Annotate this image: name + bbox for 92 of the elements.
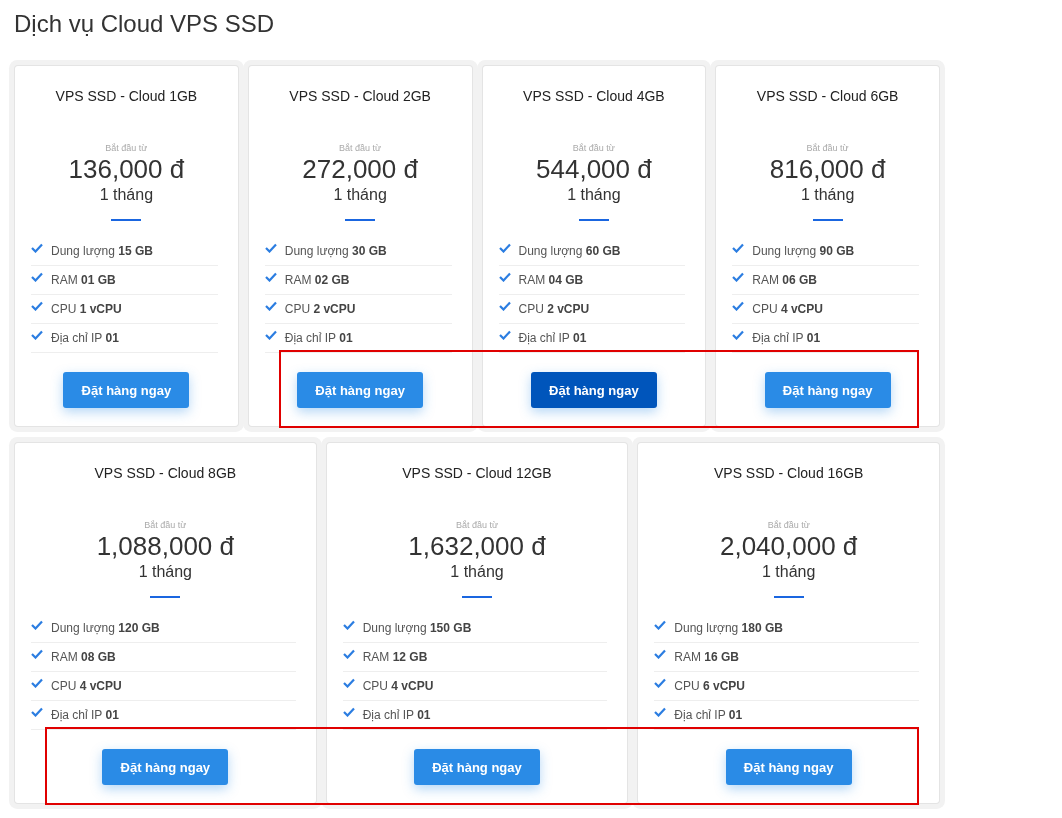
- feature-text: RAM 06 GB: [752, 273, 817, 287]
- check-icon: [31, 301, 43, 311]
- plan-title: VPS SSD - Cloud 1GB: [55, 87, 198, 106]
- plan-title: VPS SSD - Cloud 8GB: [94, 464, 237, 483]
- order-button[interactable]: Đặt hàng ngay: [414, 749, 540, 785]
- feature-text: Dung lượng 180 GB: [674, 621, 783, 635]
- price-caption: Bắt đầu từ: [339, 142, 382, 154]
- plan-price: 816,000 đ: [769, 154, 886, 184]
- plan-title: VPS SSD - Cloud 4GB: [523, 87, 665, 106]
- check-icon: [498, 301, 511, 311]
- feature-text: Địa chỉ IP 01: [51, 708, 119, 722]
- check-icon: [264, 301, 277, 311]
- plan-title: VPS SSD - Cloud 16GB: [713, 464, 864, 483]
- check-icon: [31, 243, 43, 253]
- billing-period: 1 tháng: [761, 562, 816, 582]
- feature-text: Dung lượng 150 GB: [362, 621, 472, 635]
- check-icon: [264, 272, 277, 282]
- feature-text: RAM 02 GB: [284, 273, 350, 287]
- check-icon: [264, 330, 277, 340]
- check-icon: [31, 272, 43, 282]
- order-button[interactable]: Đặt hàng ngay: [764, 372, 891, 408]
- check-icon: [31, 649, 43, 659]
- feature-text: CPU 6 vCPU: [674, 679, 746, 693]
- feature-text: Dung lượng 15 GB: [51, 244, 153, 258]
- check-icon: [31, 330, 43, 340]
- feature-text: CPU 2 vCPU: [518, 302, 590, 316]
- feature-text: CPU 4 vCPU: [362, 679, 434, 693]
- price-caption: Bắt đầu từ: [144, 519, 187, 531]
- order-button[interactable]: Đặt hàng ngay: [530, 372, 657, 408]
- check-icon: [342, 620, 355, 630]
- order-button[interactable]: Đặt hàng ngay: [102, 749, 229, 785]
- billing-period: 1 tháng: [333, 185, 387, 205]
- check-icon: [498, 330, 511, 340]
- check-icon: [342, 649, 355, 659]
- feature-text: Dung lượng 90 GB: [752, 244, 855, 258]
- feature-text: CPU 2 vCPU: [284, 302, 356, 316]
- feature-text: Địa chỉ IP 01: [752, 331, 821, 345]
- feature-text: RAM 12 GB: [362, 650, 428, 664]
- plan-title: VPS SSD - Cloud 6GB: [756, 87, 899, 106]
- feature-text: Địa chỉ IP 01: [518, 331, 587, 345]
- order-button[interactable]: Đặt hàng ngay: [725, 749, 852, 785]
- feature-text: CPU 1 vCPU: [51, 302, 122, 316]
- feature-text: RAM 04 GB: [518, 273, 584, 287]
- check-icon: [654, 707, 667, 717]
- check-icon: [654, 620, 667, 630]
- check-icon: [654, 649, 667, 659]
- billing-period: 1 tháng: [567, 185, 621, 205]
- check-icon: [342, 678, 355, 688]
- price-caption: Bắt đầu từ: [767, 519, 810, 531]
- feature-text: Địa chỉ IP 01: [674, 708, 743, 722]
- order-button[interactable]: Đặt hàng ngay: [297, 372, 424, 408]
- check-icon: [732, 243, 745, 253]
- price-caption: Bắt đầu từ: [572, 142, 615, 154]
- feature-text: Dung lượng 60 GB: [518, 244, 621, 258]
- price-caption: Bắt đầu từ: [806, 142, 849, 154]
- check-icon: [498, 243, 511, 253]
- check-icon: [342, 707, 355, 717]
- check-icon: [732, 330, 745, 340]
- check-icon: [31, 678, 43, 688]
- plan-title: VPS SSD - Cloud 12GB: [402, 464, 552, 483]
- plan-price: 2,040,000 đ: [719, 531, 858, 561]
- feature-text: Dung lượng 30 GB: [284, 244, 387, 258]
- billing-period: 1 tháng: [99, 185, 154, 205]
- check-icon: [264, 243, 277, 253]
- billing-period: 1 tháng: [450, 562, 504, 582]
- price-caption: Bắt đầu từ: [105, 142, 148, 154]
- check-icon: [31, 620, 43, 630]
- feature-text: Dung lượng 120 GB: [51, 621, 160, 635]
- feature-text: Địa chỉ IP 01: [284, 331, 353, 345]
- feature-text: Địa chỉ IP 01: [362, 708, 431, 722]
- plan-price: 544,000 đ: [536, 154, 652, 184]
- feature-text: RAM 01 GB: [51, 273, 116, 287]
- price-caption: Bắt đầu từ: [455, 519, 498, 531]
- feature-text: Địa chỉ IP 01: [51, 331, 119, 345]
- check-icon: [654, 678, 667, 688]
- billing-period: 1 tháng: [800, 185, 855, 205]
- order-button[interactable]: Đặt hàng ngay: [63, 372, 190, 408]
- feature-text: RAM 16 GB: [674, 650, 739, 664]
- check-icon: [732, 272, 745, 282]
- plan-price: 136,000 đ: [68, 154, 185, 184]
- plan-price: 272,000 đ: [302, 154, 418, 184]
- plan-price: 1,632,000 đ: [408, 531, 546, 561]
- check-icon: [31, 707, 43, 717]
- feature-text: CPU 4 vCPU: [51, 679, 122, 693]
- billing-period: 1 tháng: [138, 562, 192, 582]
- check-icon: [498, 272, 511, 282]
- feature-text: RAM 08 GB: [51, 650, 116, 664]
- plan-price: 1,088,000 đ: [96, 531, 234, 561]
- check-icon: [732, 301, 745, 311]
- feature-text: CPU 4 vCPU: [752, 302, 823, 316]
- page-title: Dịch vụ Cloud VPS SSD: [14, 9, 276, 39]
- plan-title: VPS SSD - Cloud 2GB: [289, 87, 431, 106]
